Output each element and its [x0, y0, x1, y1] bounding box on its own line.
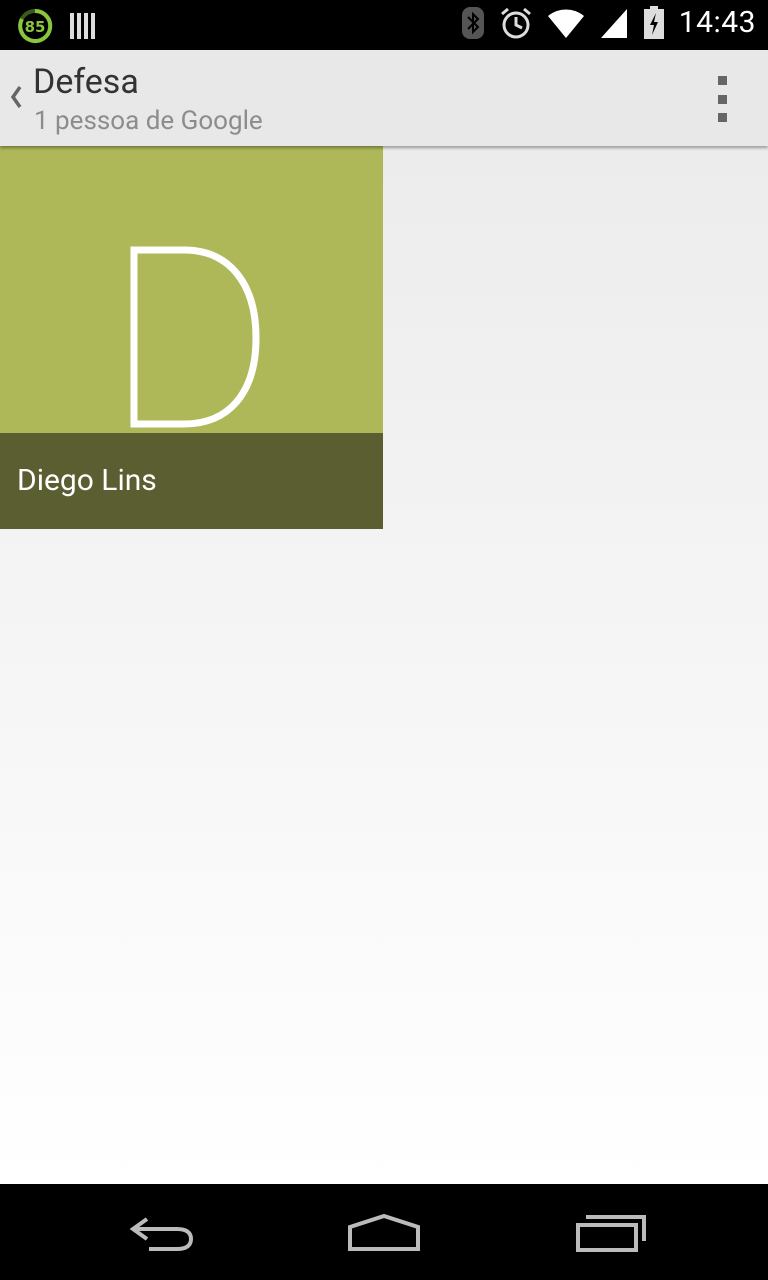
signal-icon — [599, 7, 629, 39]
barcode-icon — [68, 11, 96, 41]
alarm-icon — [499, 6, 533, 40]
chevron-left-icon[interactable] — [6, 80, 26, 114]
page-subtitle: 1 pessoa de Google — [34, 106, 263, 136]
battery-icon — [643, 5, 665, 40]
status-clock: 14:43 — [678, 5, 756, 40]
battery-percent-ring-icon: 85 — [16, 7, 54, 45]
wifi-icon — [547, 7, 585, 39]
battery-percent-text: 85 — [25, 18, 46, 36]
page-title[interactable]: Defesa — [33, 62, 139, 102]
contact-initial-letter — [128, 244, 264, 434]
contact-name-bar: Diego Lins — [0, 433, 383, 529]
back-icon[interactable] — [120, 1210, 200, 1256]
contact-name: Diego Lins — [17, 463, 157, 498]
bluetooth-icon — [461, 6, 485, 40]
recents-icon[interactable] — [570, 1210, 650, 1256]
status-bar: 85 14:43 — [0, 0, 768, 50]
overflow-menu-icon[interactable] — [710, 76, 734, 122]
contact-grid: Diego Lins — [0, 146, 768, 1184]
navigation-bar — [0, 1184, 768, 1280]
home-icon[interactable] — [344, 1210, 424, 1256]
action-bar: Defesa 1 pessoa de Google — [0, 50, 768, 146]
contact-tile[interactable]: Diego Lins — [0, 146, 383, 529]
